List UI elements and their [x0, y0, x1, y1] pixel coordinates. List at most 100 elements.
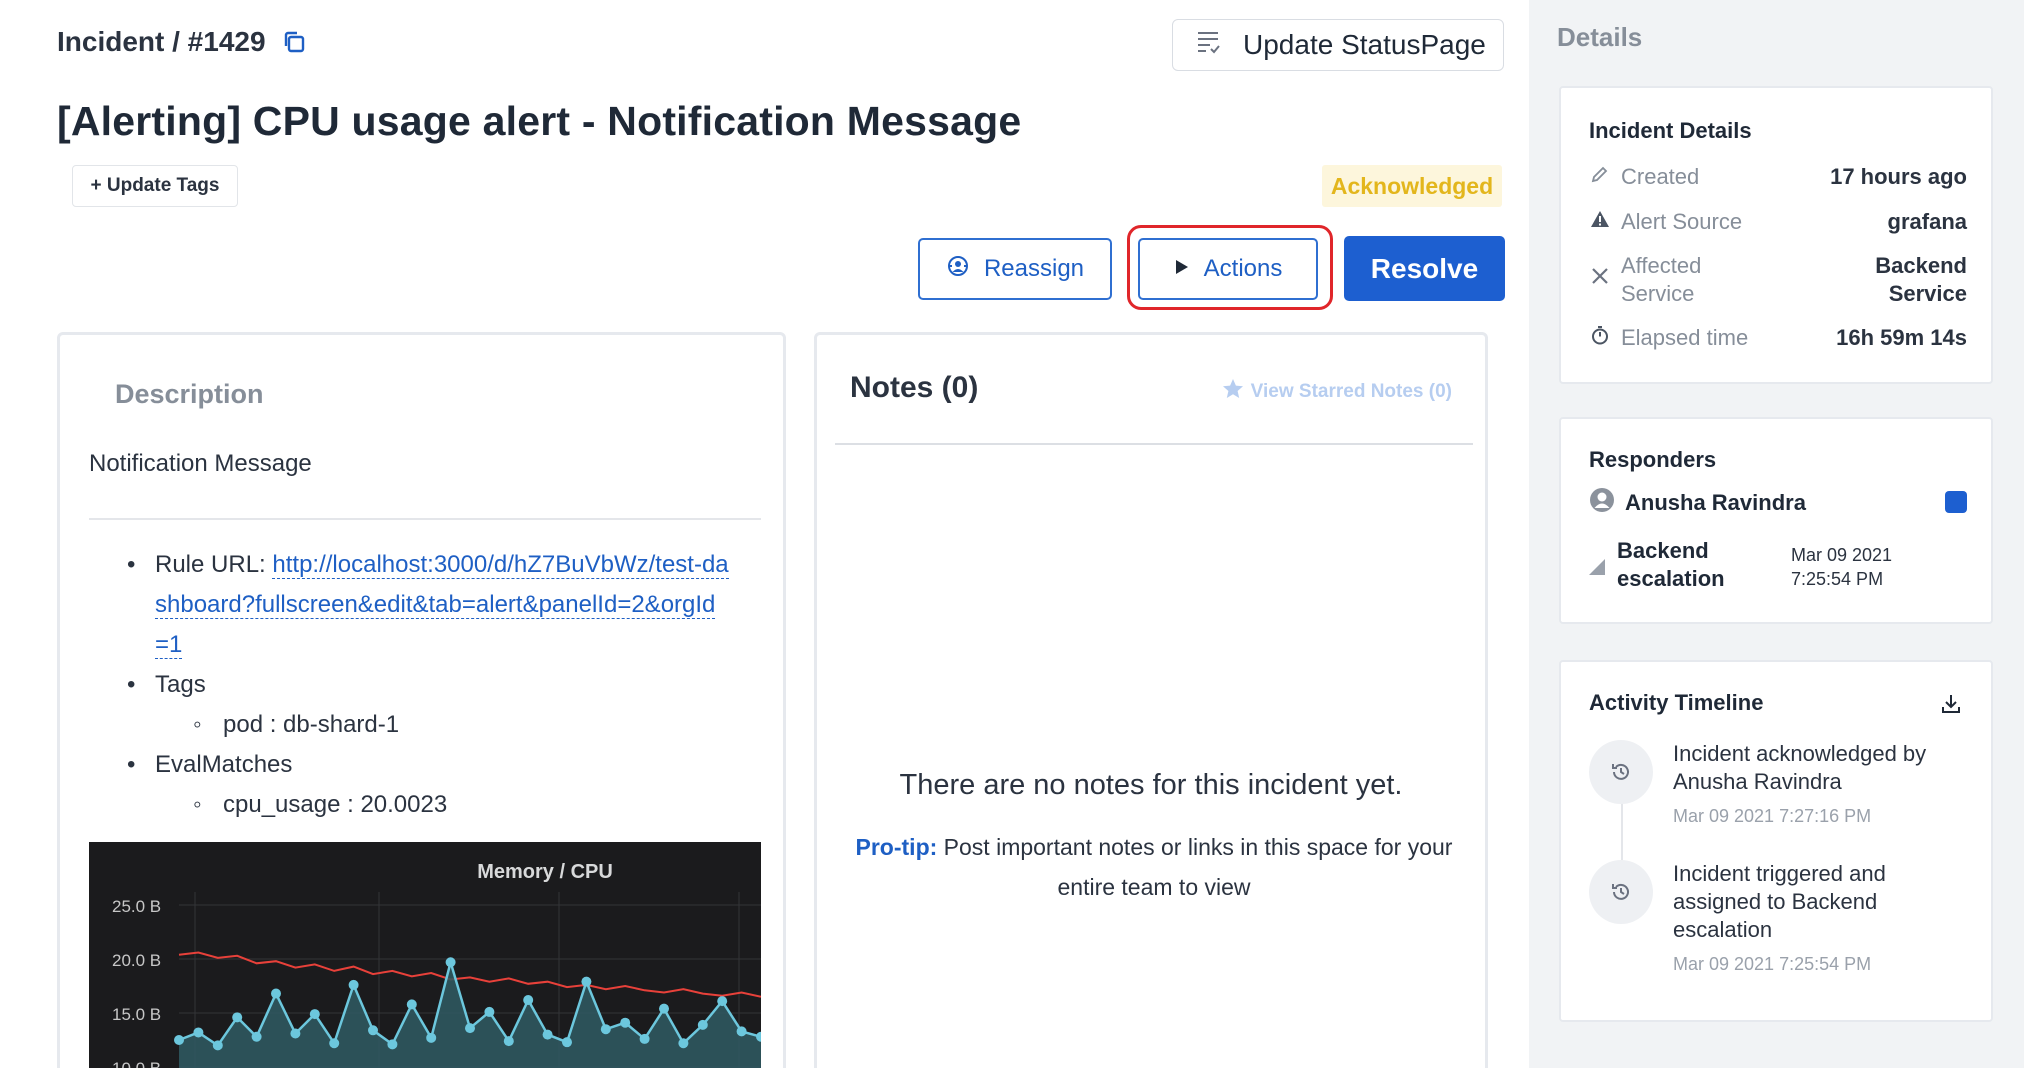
view-starred-notes-link[interactable]: View Starred Notes (0): [1221, 377, 1452, 407]
affected-service-value: Backend Service: [1875, 253, 1967, 306]
list-item-tag: pod : db-shard-1: [89, 705, 729, 745]
page-title: [Alerting] CPU usage alert - Notificatio…: [57, 98, 1022, 144]
chart-point: [193, 1027, 204, 1038]
status-badge: Acknowledged: [1322, 165, 1502, 207]
play-icon: [1174, 255, 1190, 283]
chart-point: [542, 1029, 553, 1040]
chart-ytick-label: 10.0 B: [112, 1059, 161, 1068]
chart-point: [697, 1019, 708, 1030]
chart-point: [426, 1032, 437, 1043]
chart-point: [309, 1009, 320, 1020]
alert-source-label-wrap: Alert Source: [1589, 209, 1742, 235]
description-card: Description Notification Message Rule UR…: [57, 332, 786, 1068]
incident-details-heading: Incident Details: [1589, 118, 1752, 143]
chart-ytick-label: 15.0 B: [112, 1005, 161, 1024]
chart-point: [503, 1036, 514, 1047]
reassign-label: Reassign: [983, 255, 1085, 282]
chart-title: Memory / CPU: [477, 861, 613, 883]
chart-point: [484, 1006, 495, 1017]
list-item-rule-url: Rule URL: http://localhost:3000/d/hZ7BuV…: [89, 545, 729, 665]
responder-name[interactable]: Anusha Ravindra: [1625, 490, 1806, 516]
responder-row: Anusha Ravindra: [1589, 487, 1967, 519]
escalation-name[interactable]: Backend escalation: [1617, 537, 1767, 593]
star-icon: [1221, 377, 1245, 407]
chart-point: [465, 1023, 475, 1034]
list-item-tags: Tags: [89, 665, 729, 705]
timeline-text: Incident acknowledged by Anusha Ravindra…: [1673, 740, 1973, 830]
stopwatch-icon: [1589, 325, 1611, 351]
chart-point: [562, 1037, 572, 1048]
timeline-item-time: Mar 09 2021 7:27:16 PM: [1673, 806, 1872, 826]
chart-point: [717, 996, 728, 1007]
activity-timeline-card: Activity Timeline Incident acknowledged …: [1559, 660, 1993, 1022]
chart-point: [174, 1035, 184, 1045]
description-heading: Description: [115, 379, 264, 409]
detail-row-affected-service: Affected Service Backend Service: [1589, 252, 1967, 308]
chart-point: [368, 1025, 378, 1036]
chart-point: [251, 1031, 262, 1042]
reassign-button[interactable]: Reassign: [918, 238, 1112, 300]
timeline-item-text: Incident triggered and assigned to Backe…: [1673, 861, 1886, 942]
affected-service-label: Affected Service: [1621, 253, 1702, 306]
alert-source-label: Alert Source: [1621, 209, 1743, 234]
escalation-time: Mar 09 2021 7:25:54 PM: [1791, 545, 1893, 589]
rule-url-label: Rule URL:: [155, 551, 266, 578]
list-item-eval: cpu_usage : 20.0023: [89, 785, 729, 825]
download-icon[interactable]: [1939, 692, 1963, 721]
tools-icon: [1589, 252, 1611, 294]
created-label: Created: [1621, 164, 1700, 189]
update-statuspage-button[interactable]: Update StatusPage: [1172, 19, 1504, 71]
statuspage-label: Update StatusPage: [1243, 29, 1486, 60]
chart-point: [212, 1040, 223, 1051]
chart-point: [736, 1026, 747, 1037]
breadcrumb: Incident / #1429: [57, 26, 308, 58]
timeline-item-text: Incident acknowledged by Anusha Ravindra: [1673, 741, 1927, 794]
warning-icon: [1589, 209, 1611, 235]
responders-heading: Responders: [1589, 447, 1717, 472]
copy-icon[interactable]: [280, 28, 308, 56]
chart-point: [329, 1038, 340, 1049]
alert-source-value: grafana: [1887, 209, 1967, 234]
chart-point: [232, 1012, 243, 1023]
created-value: 17 hours ago: [1830, 164, 1967, 189]
chart-point: [659, 1003, 669, 1014]
chart-point: [348, 979, 359, 990]
activity-timeline-heading: Activity Timeline: [1589, 690, 1764, 715]
timeline-item-time: Mar 09 2021 7:25:54 PM: [1673, 954, 1872, 974]
resolve-button[interactable]: Resolve: [1344, 236, 1505, 301]
notes-protip: Pro-tip: Post important notes or links i…: [847, 827, 1461, 907]
chart-ytick-label: 25.0 B: [112, 897, 161, 916]
chart-svg: 25.0 B 20.0 B 15.0 B 10.0 B Memory / CPU: [112, 861, 766, 1068]
chart-point: [600, 1024, 611, 1035]
starred-label: View Starred Notes (0): [1250, 381, 1452, 402]
update-tags-button[interactable]: + Update Tags: [72, 165, 238, 207]
escalation-icon: [1587, 557, 1607, 582]
timeline-text: Incident triggered and assigned to Backe…: [1673, 860, 1973, 978]
chart-point: [271, 988, 281, 999]
pencil-icon: [1589, 164, 1611, 190]
notes-heading: Notes (0): [850, 371, 979, 404]
affected-service-label-wrap: Affected Service: [1589, 252, 1741, 308]
notes-card: Notes (0) View Starred Notes (0) There a…: [814, 332, 1488, 1068]
list-item-evalmatches: EvalMatches: [89, 745, 729, 785]
detail-row-alert-source: Alert Source grafana: [1589, 209, 1967, 235]
description-divider: [89, 518, 761, 520]
chart-point: [387, 1039, 398, 1050]
sidebar-title: Details: [1557, 22, 1643, 52]
incident-main-panel: Incident / #1429 Update StatusPage [Aler…: [0, 0, 1529, 1068]
chart-point: [620, 1017, 631, 1028]
elapsed-label-wrap: Elapsed time: [1589, 325, 1748, 351]
history-icon: [1589, 740, 1653, 804]
details-sidebar: Details Incident Details Created 17 hour…: [1529, 0, 2024, 1068]
statuspage-icon: [1195, 29, 1221, 62]
history-icon: [1589, 860, 1653, 924]
actions-button[interactable]: Actions: [1138, 238, 1318, 300]
description-subtitle: Notification Message: [89, 450, 312, 477]
protip-label: Pro-tip:: [855, 834, 938, 860]
memory-cpu-chart: 25.0 B 20.0 B 15.0 B 10.0 B Memory / CPU: [89, 842, 766, 1068]
description-list: Rule URL: http://localhost:3000/d/hZ7BuV…: [89, 545, 729, 825]
chart-point: [678, 1038, 689, 1049]
detail-row-elapsed: Elapsed time 16h 59m 14s: [1589, 325, 1967, 351]
breadcrumb-text: Incident / #1429: [57, 26, 266, 57]
created-label-wrap: Created: [1589, 164, 1699, 190]
